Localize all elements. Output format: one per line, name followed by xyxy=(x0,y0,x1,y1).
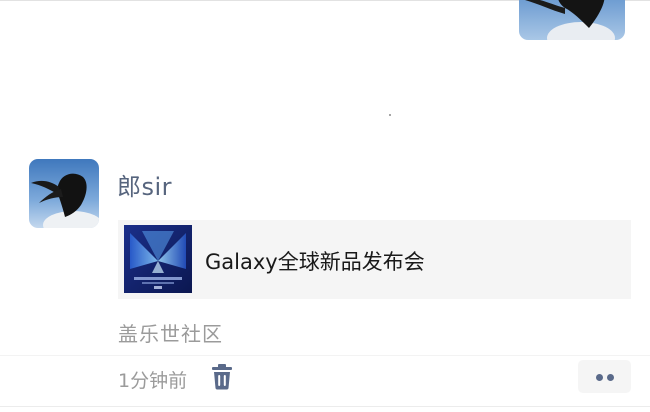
scroll-marker xyxy=(389,114,391,116)
more-dots-icon xyxy=(596,374,603,381)
previous-user-avatar[interactable] xyxy=(519,0,625,40)
bottom-divider xyxy=(0,406,650,407)
timestamp: 1分钟前 xyxy=(118,370,188,392)
link-title: Galaxy全球新品发布会 xyxy=(205,250,425,274)
trash-icon[interactable] xyxy=(210,364,234,390)
user-avatar[interactable] xyxy=(29,159,99,228)
samsung-galaxy-unpacked-logo-icon xyxy=(124,225,192,293)
more-actions-button[interactable] xyxy=(578,360,631,393)
shared-link-card[interactable]: Galaxy全球新品发布会 xyxy=(118,220,631,299)
author-name[interactable]: 郎sir xyxy=(117,167,172,202)
source-label[interactable]: 盖乐世社区 xyxy=(118,318,223,347)
moment-footer: 1分钟前 xyxy=(0,355,650,412)
more-dots-icon xyxy=(607,374,614,381)
